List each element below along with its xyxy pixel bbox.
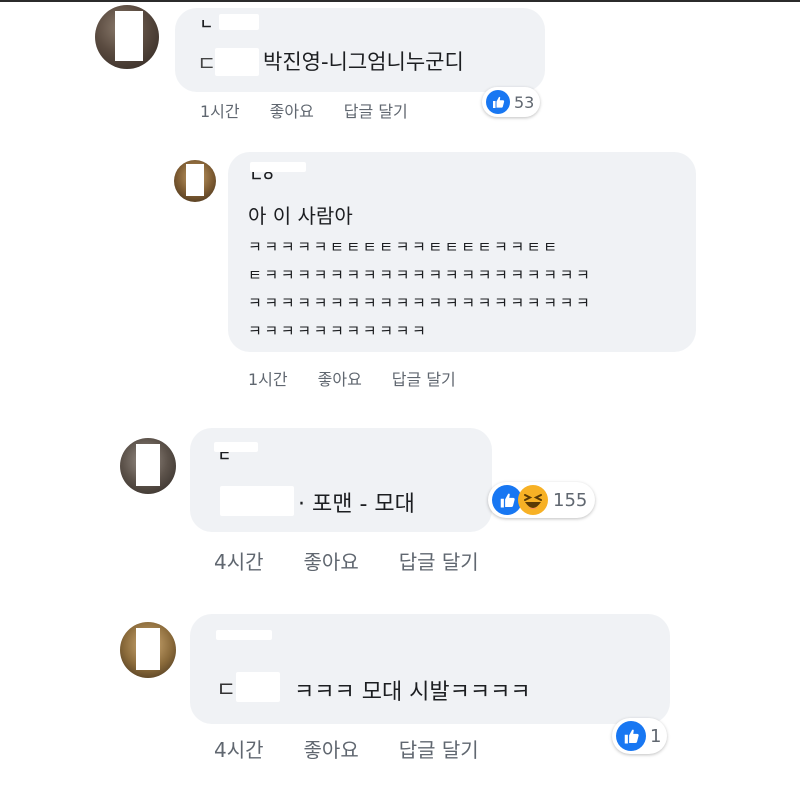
commenter-name[interactable]: ㄴ [200,14,213,34]
reply-button[interactable]: 답글 달기 [399,546,479,575]
avatar[interactable] [120,622,176,678]
like-button[interactable]: 좋아요 [318,366,362,390]
avatar[interactable] [95,5,159,69]
top-divider [0,0,800,2]
like-button[interactable]: 좋아요 [304,734,359,763]
comment-text: · 포맨 - 모대 [298,492,415,517]
text-redaction [220,486,294,516]
reaction-count: 53 [514,92,535,112]
avatar[interactable] [174,160,216,202]
avatar-redaction [115,11,143,61]
comment-actions: 4시간 좋아요 답글 달기 [214,734,479,763]
text-redaction [236,672,280,702]
name-redaction [219,14,259,30]
reaction-summary[interactable]: 155 [488,482,596,518]
name-redaction [250,162,306,172]
comment-text: 박진영-니그엄니누군디 [263,50,464,74]
reply-button[interactable]: 답글 달기 [392,366,456,390]
comment-text-line: ㅌㅋㅋㅋㅋㅋㅋㅋㅋㅋㅋㅋㅋㅋㅋㅋㅋㅋㅋㅋㅋ [248,266,593,284]
comment-actions: 1시간 좋아요 답글 달기 [200,98,408,122]
like-icon [616,721,646,751]
comment-bubble: ㄴㅇ 아 이 사람아 ㅋㅋㅋㅋㅋㅌㅌㅌㅌㅋㅋㅌㅌㅌㅌㅋㅋㅌㅌ ㅌㅋㅋㅋㅋㅋㅋㅋㅋ… [228,152,696,352]
comment-text-line: 아 이 사람아 [248,204,353,228]
comment-time[interactable]: 1시간 [200,98,240,122]
comment-bubble: ㄷ ㅋㅋㅋ 모대 시발ㅋㅋㅋㅋ [190,614,670,724]
comment-bubble: ㄴ ㄷ 박진영-니그엄니누군디 [175,8,545,92]
comment-text-line: ㅋㅋㅋㅋㅋㅋㅋㅋㅋㅋㅋ [248,322,429,340]
comment-time[interactable]: 4시간 [214,734,264,763]
reaction-summary[interactable]: 53 [482,87,541,117]
reply-button[interactable]: 답글 달기 [344,98,408,122]
comment-bubble: ㄷ · 포맨 - 모대 [190,428,492,532]
comment-text-line: ㅋㅋㅋㅋㅋㅋㅋㅋㅋㅋㅋㅋㅋㅋㅋㅋㅋㅋㅋㅋㅋ [248,294,593,312]
avatar[interactable] [120,438,176,494]
reaction-count: 1 [650,725,662,747]
reaction-summary[interactable]: 1 [612,718,668,754]
avatar-redaction [136,444,160,486]
comment-time[interactable]: 1시간 [248,366,288,390]
avatar-redaction [186,164,204,196]
like-button[interactable]: 좋아요 [304,546,359,575]
name-redaction [214,442,258,452]
comment-text-line: ㅋㅋㅋㅋㅋㅌㅌㅌㅌㅋㅋㅌㅌㅌㅌㅋㅋㅌㅌ [248,238,560,256]
comment-text-prefix: ㄷ [216,678,237,703]
like-icon [486,90,510,114]
haha-icon [518,485,548,515]
comment-actions: 1시간 좋아요 답글 달기 [248,366,456,390]
avatar-redaction [136,628,160,670]
reaction-count: 155 [553,489,588,511]
like-button[interactable]: 좋아요 [270,98,314,122]
reply-button[interactable]: 답글 달기 [399,734,479,763]
comment-actions: 4시간 좋아요 답글 달기 [214,546,479,575]
name-redaction [216,630,272,640]
comment-text: ㅋㅋㅋ 모대 시발ㅋㅋㅋㅋ [294,680,531,705]
text-redaction [215,48,259,76]
comment-time[interactable]: 4시간 [214,546,264,575]
comment-text-prefix: ㄷ [197,52,217,76]
